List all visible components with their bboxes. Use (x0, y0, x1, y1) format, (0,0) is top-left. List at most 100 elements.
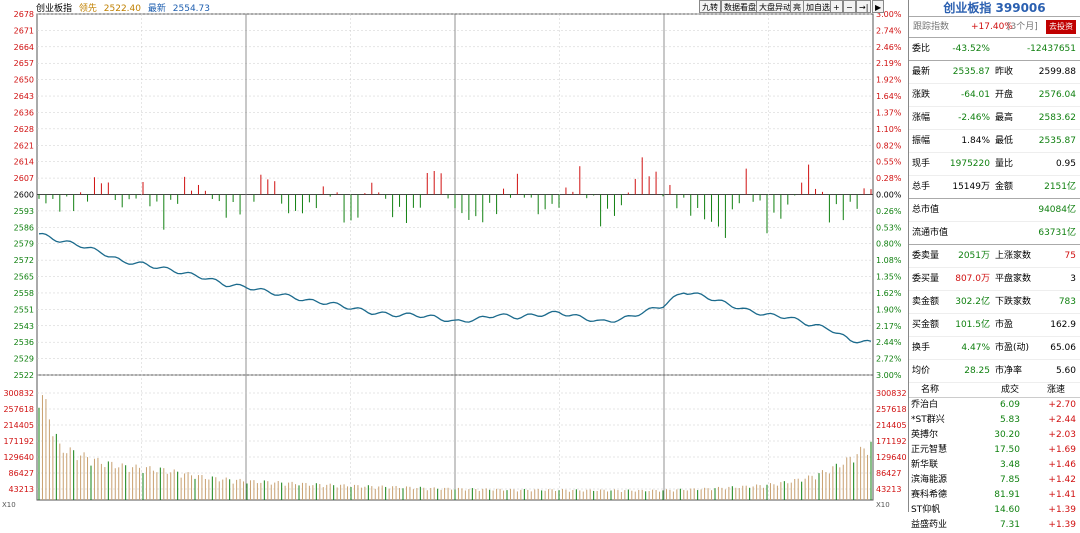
pct-tick-label: 2.74% (876, 26, 902, 35)
quote-value: 2535.87 (1038, 136, 1076, 146)
price-tick-label: 2586 (14, 223, 34, 232)
quote-label: 委买量 (912, 274, 940, 284)
quote-label: 涨幅 (912, 113, 931, 123)
list-header-name[interactable]: 名称 (921, 383, 939, 397)
intraday-chart[interactable]: 2678 3.00% 2671 2.74% 2664 2.46% 2657 2.19% 2650… (0, 0, 908, 512)
quote-label: 市盈 (995, 320, 1014, 330)
quote-value: 65.06 (1050, 343, 1076, 353)
list-item[interactable]: 乔治白 6.09 +2.70 (909, 398, 1080, 413)
volume-tick-label: 86427 (876, 469, 901, 478)
quote-value: -12437651 (1026, 44, 1076, 54)
quote-row: 总手 15149万 金额 2151亿 (909, 176, 1080, 199)
list-item[interactable]: 滨海能源 7.85 +1.42 (909, 473, 1080, 488)
price-tick-label: 2636 (14, 108, 34, 117)
quote-label: 市盈(动) (995, 343, 1030, 353)
stock-price: 17.50 (994, 445, 1020, 455)
quote-row: 买金额 101.5亿 市盈 162.9 (909, 314, 1080, 337)
stock-change: +2.03 (1048, 430, 1076, 440)
stock-name: 赛科希德 (911, 490, 948, 500)
price-tick-label: 2650 (14, 76, 34, 85)
quote-row: 总市值 94084亿 (909, 199, 1080, 222)
pct-tick-label: 0.00% (876, 191, 902, 200)
stock-price: 14.60 (994, 505, 1020, 515)
quote-panel: 创业板指 399006 跟踪指数 +17.40% [3个月] 去投资 委比 -43… (908, 0, 1080, 530)
volume-tick-label: 171192 (876, 437, 907, 446)
pct-tick-label: 3.00% (876, 371, 902, 380)
list-item[interactable]: 益盛药业 7.31 +1.39 (909, 518, 1080, 533)
quote-value: 3 (1070, 274, 1076, 284)
pct-tick-label: 1.90% (876, 305, 902, 314)
pct-tick-label: 1.08% (876, 256, 902, 265)
price-tick-label: 2628 (14, 125, 34, 134)
quote-value: 2599.88 (1038, 67, 1076, 77)
stock-name: 乔治白 (911, 400, 939, 410)
quote-label: 振幅 (912, 136, 931, 146)
price-tick-label: 2593 (14, 207, 34, 216)
list-item[interactable]: 正元智慧 17.50 +1.69 (909, 443, 1080, 458)
stock-list: 乔治白 6.09 +2.70 *ST群兴 5.83 +2.44 英搏尔 30.20 +2.03 正… (909, 398, 1080, 533)
volume-tick-label: 86427 (9, 469, 34, 478)
list-item[interactable]: 英搏尔 30.20 +2.03 (909, 428, 1080, 443)
intraday-chart-pane[interactable]: 2678 3.00% 2671 2.74% 2664 2.46% 2657 2.19% 2650… (0, 0, 908, 512)
list-header-change[interactable]: 涨速 (1047, 383, 1065, 397)
volume-tick-label: 129640 (876, 453, 907, 462)
pct-tick-label: 2.72% (876, 355, 902, 364)
stock-price: 3.48 (999, 460, 1020, 470)
invest-button[interactable]: 去投资 (1046, 20, 1076, 34)
price-tick-label: 2551 (14, 305, 34, 314)
quote-row: 流通市值 63731亿 (909, 222, 1080, 245)
stock-change: +2.44 (1048, 415, 1076, 425)
price-tick-label: 2614 (14, 158, 34, 167)
stock-change: +1.42 (1048, 475, 1076, 485)
quote-label: 开盘 (995, 90, 1014, 100)
add-watch-button[interactable]: 加自选 (803, 0, 833, 13)
stock-name: *ST群兴 (911, 415, 945, 425)
quote-value: 75 (1064, 251, 1076, 261)
price-tick-label: 2579 (14, 240, 34, 249)
chart-header: 创业板指 领先 2522.40 最新 2554.73 (36, 1, 214, 14)
quote-row: 现手 1975220 量比 0.95 (909, 153, 1080, 176)
market-alert-button[interactable]: 大盘异动 (756, 0, 794, 13)
list-item[interactable]: ST仰帆 14.60 +1.39 (909, 503, 1080, 518)
volume-tick-label: 214405 (876, 421, 907, 430)
stock-price: 7.85 (999, 475, 1020, 485)
follow-index-row: 跟踪指数 +17.40% [3个月] 去投资 (909, 17, 1080, 38)
price-tick-label: 2657 (14, 59, 34, 68)
zoom-in-button[interactable]: + (830, 0, 843, 13)
quote-label: 流通市值 (912, 228, 949, 238)
data-board-button[interactable]: 数据看盘 (721, 0, 759, 13)
quote-row: 最新 2535.87 昨收 2599.88 (909, 61, 1080, 84)
pct-tick-label: 1.92% (876, 76, 902, 85)
lead-value: 2522.40 (103, 4, 141, 14)
quote-value: 2576.04 (1038, 90, 1076, 100)
price-tick-label: 2600 (14, 191, 34, 200)
price-tick-label: 2643 (14, 92, 34, 101)
price-tick-label: 2572 (14, 256, 34, 265)
stock-change: +2.70 (1048, 400, 1076, 410)
pct-tick-label: 0.26% (876, 207, 902, 216)
list-item[interactable]: 赛科希德 81.91 +1.41 (909, 488, 1080, 503)
pct-tick-label: 2.44% (876, 338, 902, 347)
list-item[interactable]: 新华联 3.48 +1.46 (909, 458, 1080, 473)
next-button[interactable]: ▶ (872, 0, 885, 13)
jump-end-button[interactable]: →| (856, 0, 872, 13)
quote-value: 63731亿 (1038, 228, 1076, 238)
price-tick-label: 2607 (14, 174, 34, 183)
lead-label: 领先 (78, 4, 97, 14)
volume-tick-label: 43213 (9, 485, 34, 494)
pct-tick-label: 0.82% (876, 141, 902, 150)
list-header-price[interactable]: 成交 (1001, 383, 1019, 397)
stock-price: 7.31 (999, 520, 1020, 530)
quote-value: -43.52% (952, 44, 990, 54)
quote-label: 最低 (995, 136, 1014, 146)
quote-table: 委比 -43.52% -12437651 最新 2535.87 昨收 2599.88 涨跌 -6… (909, 38, 1080, 383)
volume-unit-label: X10 (876, 501, 890, 509)
zoom-out-button[interactable]: − (843, 0, 856, 13)
quote-value: 15149万 (952, 182, 990, 192)
list-item[interactable]: *ST群兴 5.83 +2.44 (909, 413, 1080, 428)
stock-change: +1.41 (1048, 490, 1076, 500)
stock-name: ST仰帆 (911, 505, 941, 515)
nine-turn-button[interactable]: 九转 (699, 0, 721, 13)
hotspot-button[interactable]: 亮 (790, 0, 804, 13)
panel-title: 创业板指 399006 (909, 0, 1080, 17)
